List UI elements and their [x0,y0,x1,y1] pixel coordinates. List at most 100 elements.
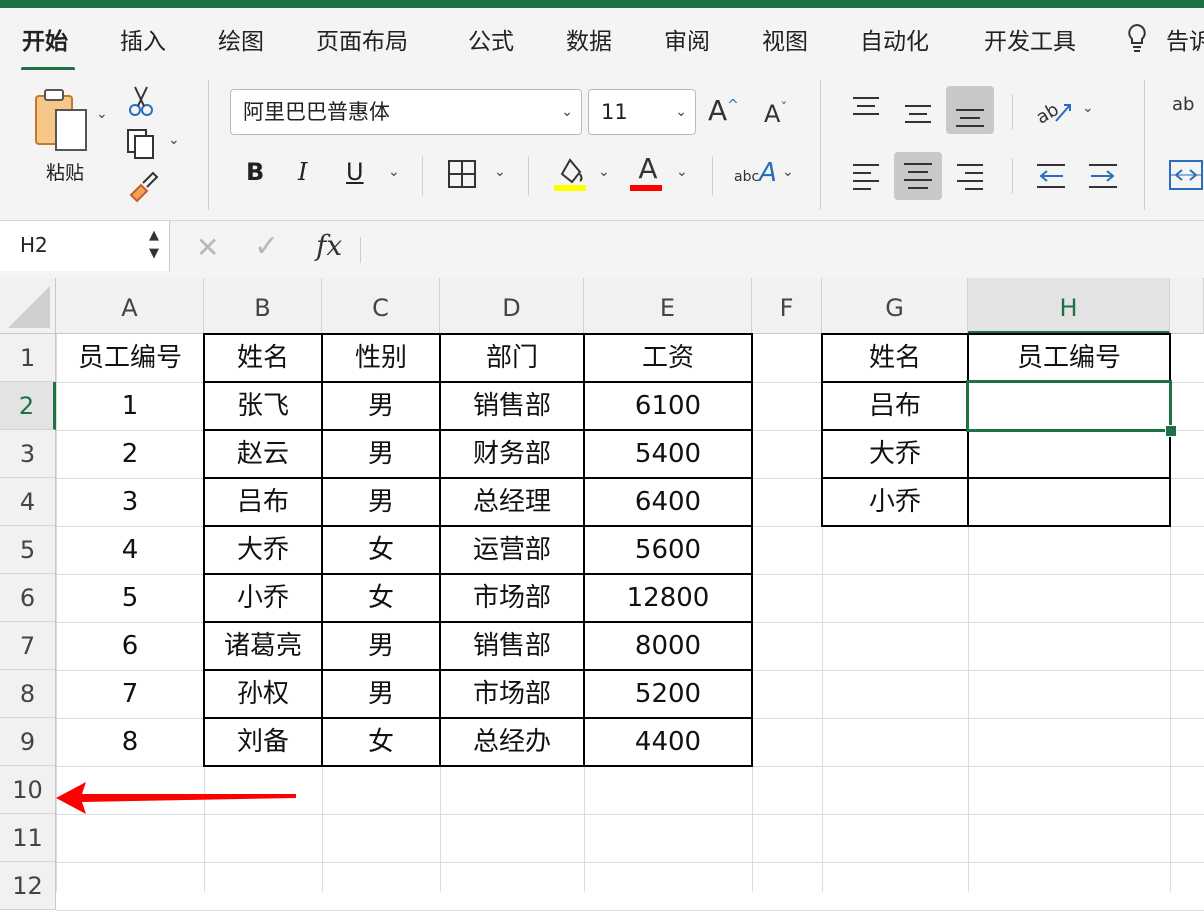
select-all-corner[interactable] [0,278,56,334]
paste-chevron-down-icon[interactable]: ⌄ [96,106,108,122]
tab-draw[interactable]: 绘图 [218,22,264,56]
lookup-cell[interactable] [968,430,1170,478]
table-cell[interactable]: 张飞 [204,382,322,430]
table-cell[interactable]: 男 [322,478,440,526]
table-cell[interactable]: 刘备 [204,718,322,766]
align-bottom-button[interactable] [946,86,994,134]
header-cell[interactable]: 姓名 [204,334,322,382]
table-cell[interactable]: 孙权 [204,670,322,718]
font-size-select[interactable]: 11 ⌄ [588,89,696,135]
tab-page-layout[interactable]: 页面布局 [316,22,408,56]
table-cell[interactable]: 总经办 [440,718,584,766]
row-header-9[interactable]: 9 [0,718,56,766]
column-header-g[interactable]: G [822,278,968,334]
increase-indent-icon[interactable] [1086,160,1120,192]
row-header-5[interactable]: 5 [0,526,56,574]
column-header-e[interactable]: E [584,278,752,334]
table-cell[interactable]: 女 [322,526,440,574]
table-cell[interactable]: 5400 [584,430,752,478]
lookup-cell[interactable]: 吕布 [822,382,968,430]
column-header-h[interactable]: H [968,278,1170,334]
table-cell[interactable]: 8000 [584,622,752,670]
table-cell[interactable]: 6100 [584,382,752,430]
table-cell[interactable]: 5200 [584,670,752,718]
tab-view[interactable]: 视图 [762,22,808,56]
tab-review[interactable]: 审阅 [664,22,710,56]
table-cell[interactable]: 销售部 [440,622,584,670]
table-cell[interactable]: 男 [322,622,440,670]
tab-developer[interactable]: 开发工具 [984,22,1076,56]
cancel-icon[interactable]: ✕ [196,231,219,264]
table-cell[interactable]: 女 [322,718,440,766]
row-header-6[interactable]: 6 [0,574,56,622]
align-top-icon[interactable] [850,94,882,122]
underline-button[interactable]: U [346,158,364,186]
table-cell[interactable]: 男 [322,382,440,430]
lookup-header-cell[interactable]: 员工编号 [968,334,1170,382]
align-right-icon[interactable] [954,160,986,192]
row-header-2[interactable]: 2 [0,382,56,430]
tab-formulas[interactable]: 公式 [468,22,514,56]
font-color-icon[interactable]: A [632,152,664,185]
table-cell[interactable]: 赵云 [204,430,322,478]
table-cell[interactable]: 销售部 [440,382,584,430]
table-cell[interactable]: 12800 [584,574,752,622]
lookup-cell[interactable]: 大乔 [822,430,968,478]
decrease-indent-icon[interactable] [1034,160,1068,192]
header-cell[interactable]: 工资 [584,334,752,382]
table-cell[interactable]: 4 [56,526,204,574]
row-header-11[interactable]: 11 [0,814,56,862]
bold-button[interactable]: B [246,158,264,186]
borders-chevron-down-icon[interactable]: ⌄ [494,164,506,180]
table-cell[interactable]: 1 [56,382,204,430]
table-cell[interactable]: 6 [56,622,204,670]
row-header-3[interactable]: 3 [0,430,56,478]
table-cell[interactable]: 总经理 [440,478,584,526]
table-cell[interactable]: 4400 [584,718,752,766]
column-header-f[interactable]: F [752,278,822,334]
row-header-4[interactable]: 4 [0,478,56,526]
phonetic-chevron-down-icon[interactable]: ⌄ [782,164,794,180]
copy-chevron-down-icon[interactable]: ⌄ [168,132,180,148]
font-color-chevron-down-icon[interactable]: ⌄ [676,164,688,180]
tab-tell-me[interactable]: 告诉 [1166,22,1204,56]
formula-input[interactable] [372,227,1192,267]
table-cell[interactable]: 2 [56,430,204,478]
table-cell[interactable]: 7 [56,670,204,718]
paste-icon[interactable] [30,88,94,158]
align-left-icon[interactable] [850,160,882,192]
table-cell[interactable]: 男 [322,670,440,718]
header-cell[interactable]: 员工编号 [56,334,204,382]
tab-automate[interactable]: 自动化 [860,22,929,56]
underline-chevron-down-icon[interactable]: ⌄ [388,164,400,180]
column-header-a[interactable]: A [56,278,204,334]
header-cell[interactable]: 部门 [440,334,584,382]
grow-font-icon[interactable]: A^ [708,94,739,127]
tab-home[interactable]: 开始 [22,22,68,56]
tab-insert[interactable]: 插入 [120,22,166,56]
shrink-font-icon[interactable]: Aˇ [764,100,787,128]
italic-button[interactable]: I [298,158,307,186]
lookup-cell[interactable] [968,478,1170,526]
wrap-text-icon[interactable]: ab [1172,94,1194,115]
borders-icon[interactable] [446,158,478,190]
fill-color-icon[interactable] [552,154,588,194]
table-cell[interactable]: 女 [322,574,440,622]
column-header-b[interactable]: B [204,278,322,334]
fill-color-chevron-down-icon[interactable]: ⌄ [598,164,610,180]
table-cell[interactable]: 财务部 [440,430,584,478]
lookup-cell[interactable]: 小乔 [822,478,968,526]
align-middle-icon[interactable] [902,100,934,128]
row-header-1[interactable]: 1 [0,334,56,382]
lightbulb-icon[interactable] [1124,22,1150,58]
active-cell-selection[interactable] [966,380,1172,432]
row-header-7[interactable]: 7 [0,622,56,670]
table-cell[interactable]: 5 [56,574,204,622]
copy-icon[interactable] [124,126,158,162]
table-cell[interactable]: 诸葛亮 [204,622,322,670]
enter-check-icon[interactable]: ✓ [254,229,279,264]
orientation-icon[interactable]: ab [1034,92,1074,128]
table-cell[interactable]: 市场部 [440,670,584,718]
merge-center-icon[interactable] [1168,158,1204,192]
scissors-icon[interactable] [126,84,156,118]
